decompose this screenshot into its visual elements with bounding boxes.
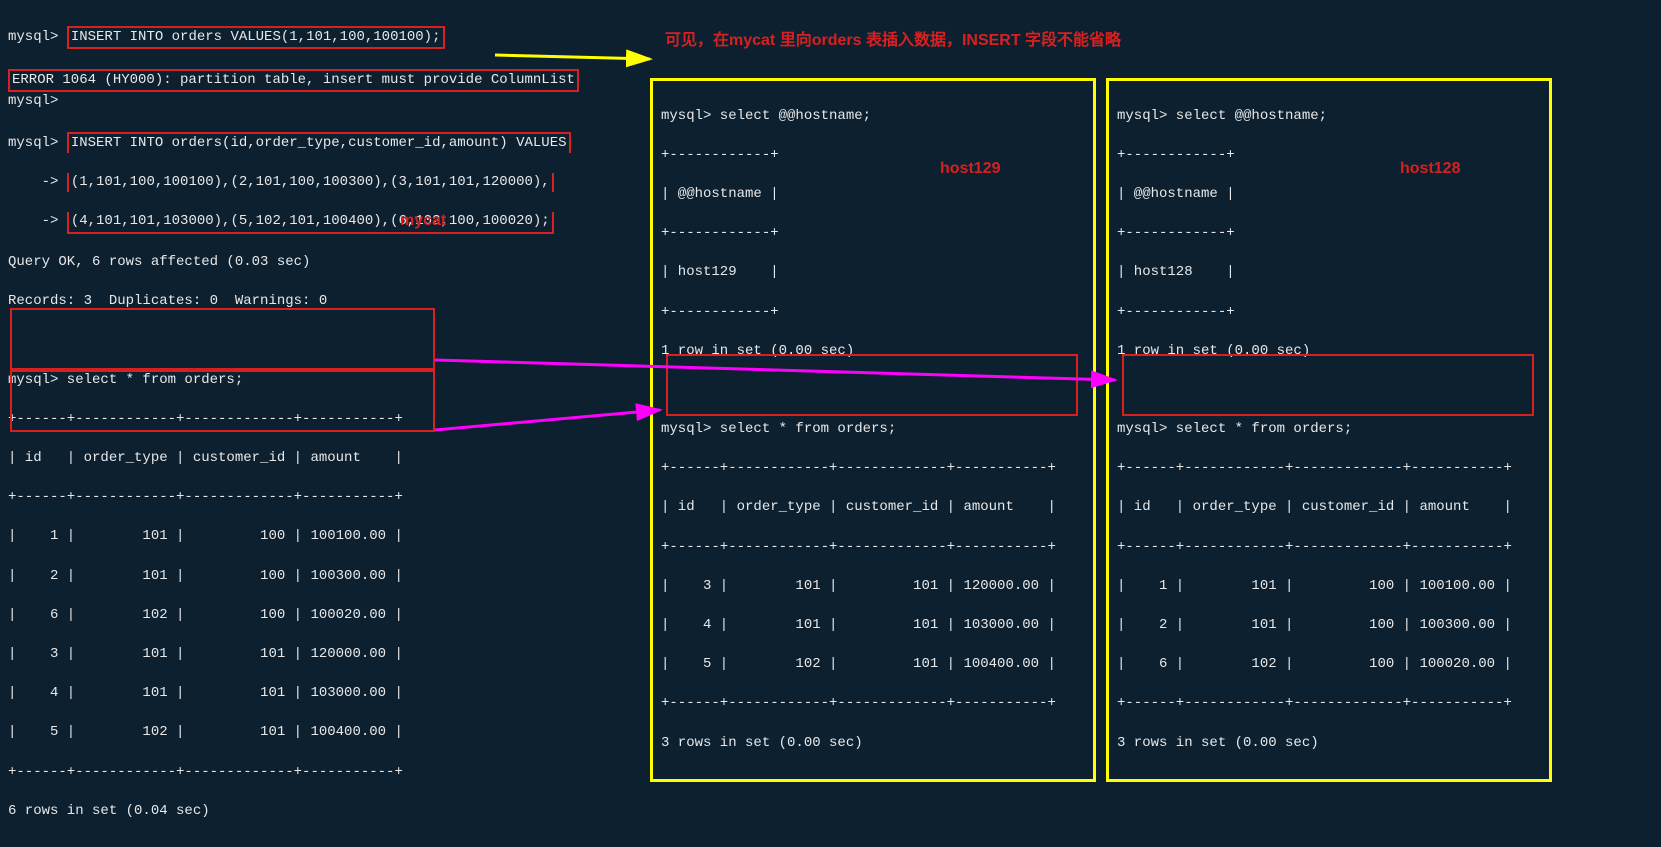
table-row: | 5 | 102 | 101 | 100400.00 | xyxy=(8,723,642,743)
table-rule: +------+------------+-------------+-----… xyxy=(1117,538,1541,558)
error-line: ERROR 1064 (HY000): partition table, ins… xyxy=(8,69,579,93)
table-header: | id | order_type | customer_id | amount… xyxy=(661,498,1085,518)
table-row: | 3 | 101 | 101 | 120000.00 | xyxy=(8,645,642,665)
mid-rows-box xyxy=(666,354,1078,416)
table-row: | 2 | 101 | 100 | 100300.00 | xyxy=(8,567,642,587)
table-row: | 3 | 101 | 101 | 120000.00 | xyxy=(661,577,1085,597)
table-footer: 6 rows in set (0.04 sec) xyxy=(8,802,642,822)
table-row: | 6 | 102 | 100 | 100020.00 | xyxy=(8,606,642,626)
terminal-host129: mysql> select @@hostname; +------------+… xyxy=(650,78,1096,782)
table-rule: +------------+ xyxy=(1117,224,1541,244)
table-header: | id | order_type | customer_id | amount… xyxy=(8,449,642,469)
insert-fail-box: INSERT INTO orders VALUES(1,101,100,1001… xyxy=(67,26,445,50)
table-header: | @@hostname | xyxy=(661,185,1085,205)
left-group-bottom-box xyxy=(10,370,435,432)
annotation-text: 可见，在mycat 里向orders 表插入数据，INSERT 字段不能省略 xyxy=(665,30,1121,52)
table-rule: +------+------------+-------------+-----… xyxy=(1117,694,1541,714)
table-rule: +------+------------+-------------+-----… xyxy=(8,763,642,783)
right-rows-box xyxy=(1122,354,1534,416)
label-host129: host129 xyxy=(940,158,1000,180)
table-rule: +------+------------+-------------+-----… xyxy=(661,538,1085,558)
left-group-top-box xyxy=(10,308,435,370)
table-row: | 6 | 102 | 100 | 100020.00 | xyxy=(1117,655,1541,675)
label-mycat: mycat xyxy=(400,210,446,232)
select-orders: mysql> select * from orders; xyxy=(661,420,1085,440)
select-hostname: mysql> select @@hostname; xyxy=(661,107,1085,127)
table-header: | @@hostname | xyxy=(1117,185,1541,205)
prompt-empty: mysql> xyxy=(8,92,642,112)
table-row: | 4 | 101 | 101 | 103000.00 | xyxy=(661,616,1085,636)
table-row: | host129 | xyxy=(661,263,1085,283)
table-header: | id | order_type | customer_id | amount… xyxy=(1117,498,1541,518)
insert-ok-l2: -> (1,101,100,100100),(2,101,100,100300)… xyxy=(8,173,642,193)
mysql-prompt: mysql> xyxy=(8,29,58,45)
table-row: | 1 | 101 | 100 | 100100.00 | xyxy=(1117,577,1541,597)
table-rule: +------------+ xyxy=(1117,146,1541,166)
table-rule: +------+------------+-------------+-----… xyxy=(661,459,1085,479)
label-host128: host128 xyxy=(1400,158,1460,180)
terminal-host128: mysql> select @@hostname; +------------+… xyxy=(1106,78,1552,782)
table-rule: +------------+ xyxy=(661,303,1085,323)
insert-ok-l1: mysql> INSERT INTO orders(id,order_type,… xyxy=(8,132,642,154)
table-rule: +------------+ xyxy=(661,146,1085,166)
select-hostname: mysql> select @@hostname; xyxy=(1117,107,1541,127)
table-row: | 4 | 101 | 101 | 103000.00 | xyxy=(8,684,642,704)
prompt-line: mysql> INSERT INTO orders VALUES(1,101,1… xyxy=(8,26,642,50)
table-rule: +------+------------+-------------+-----… xyxy=(661,694,1085,714)
select-orders: mysql> select * from orders; xyxy=(1117,420,1541,440)
query-ok: Query OK, 6 rows affected (0.03 sec) xyxy=(8,253,642,273)
table-row: | 2 | 101 | 100 | 100300.00 | xyxy=(1117,616,1541,636)
table-footer: 3 rows in set (0.00 sec) xyxy=(661,734,1085,754)
table-footer: 3 rows in set (0.00 sec) xyxy=(1117,734,1541,754)
insert-ok-l3: -> (4,101,101,103000),(5,102,101,100400)… xyxy=(8,212,642,234)
table-rule: +------+------------+-------------+-----… xyxy=(8,488,642,508)
table-rule: +------------+ xyxy=(661,224,1085,244)
table-row: | 1 | 101 | 100 | 100100.00 | xyxy=(8,527,642,547)
table-rule: +------------+ xyxy=(1117,303,1541,323)
table-rule: +------+------------+-------------+-----… xyxy=(1117,459,1541,479)
table-row: | 5 | 102 | 101 | 100400.00 | xyxy=(661,655,1085,675)
table-row: | host128 | xyxy=(1117,263,1541,283)
